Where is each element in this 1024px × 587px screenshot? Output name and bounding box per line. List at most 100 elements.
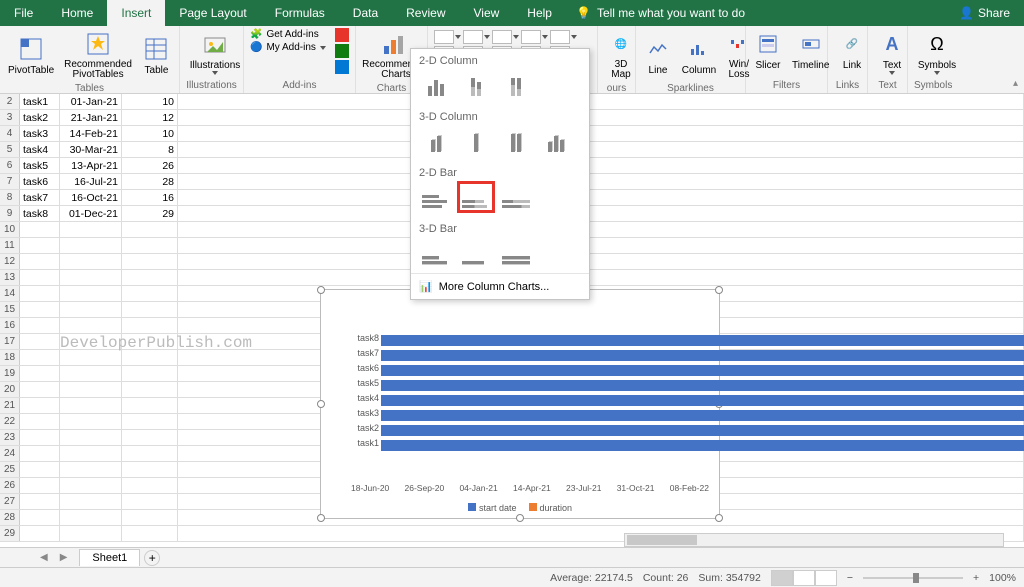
cell[interactable] — [60, 494, 122, 509]
slicer-button[interactable]: Slicer — [752, 28, 784, 73]
cell[interactable]: 8 — [122, 142, 178, 157]
cell[interactable]: 01-Jan-21 — [60, 94, 122, 109]
row-header[interactable]: 20 — [0, 382, 20, 397]
cell[interactable] — [60, 510, 122, 525]
cell[interactable]: 12 — [122, 110, 178, 125]
cell[interactable] — [60, 222, 122, 237]
cell[interactable] — [20, 366, 60, 381]
people-graph-icon[interactable] — [335, 44, 349, 58]
resize-handle[interactable] — [317, 514, 325, 522]
cell[interactable] — [122, 318, 178, 333]
sparkline-column-button[interactable]: Column — [680, 28, 718, 82]
cell[interactable]: task5 — [20, 158, 60, 173]
row-header[interactable]: 14 — [0, 286, 20, 301]
cell[interactable]: task2 — [20, 110, 60, 125]
timeline-button[interactable]: Timeline — [790, 28, 831, 73]
pie-chart-button[interactable] — [492, 30, 519, 44]
cell[interactable] — [20, 334, 60, 349]
pivottable-button[interactable]: PivotTable — [6, 28, 56, 82]
tab-help[interactable]: Help — [513, 0, 566, 26]
collapse-ribbon-button[interactable]: ▴ — [1013, 78, 1018, 89]
3d-column-thumb[interactable] — [539, 127, 573, 155]
tab-home[interactable]: Home — [47, 0, 107, 26]
add-sheet-button[interactable]: + — [144, 550, 160, 566]
visio-icon[interactable] — [335, 60, 349, 74]
row-header[interactable]: 8 — [0, 190, 20, 205]
cell[interactable] — [60, 526, 122, 541]
100-stacked-column-thumb[interactable] — [499, 71, 533, 99]
chart-bar-segment[interactable] — [381, 380, 1024, 391]
row-header[interactable]: 16 — [0, 318, 20, 333]
cell[interactable] — [60, 302, 122, 317]
scrollbar-thumb[interactable] — [627, 535, 697, 545]
cell[interactable] — [20, 302, 60, 317]
cell[interactable]: 16 — [122, 190, 178, 205]
cell[interactable] — [178, 190, 1024, 205]
cell[interactable] — [20, 286, 60, 301]
zoom-level[interactable]: 100% — [989, 572, 1016, 584]
cell[interactable] — [178, 270, 1024, 285]
cell[interactable]: 16-Oct-21 — [60, 190, 122, 205]
cell[interactable]: 01-Dec-21 — [60, 206, 122, 221]
tab-view[interactable]: View — [460, 0, 514, 26]
row-header[interactable]: 4 — [0, 126, 20, 141]
get-addins-button[interactable]: 🧩Get Add-ins — [250, 28, 331, 41]
row-header[interactable]: 2 — [0, 94, 20, 109]
cell[interactable] — [122, 238, 178, 253]
cell[interactable] — [60, 430, 122, 445]
chart-bar-segment[interactable] — [381, 395, 1024, 406]
share-button[interactable]: 👤 Share — [945, 0, 1024, 26]
row-header[interactable]: 26 — [0, 478, 20, 493]
row-header[interactable]: 19 — [0, 366, 20, 381]
cell[interactable] — [20, 510, 60, 525]
cell[interactable]: 14-Feb-21 — [60, 126, 122, 141]
3d-stacked-column-thumb[interactable] — [459, 127, 493, 155]
cell[interactable] — [20, 222, 60, 237]
cell[interactable]: task6 — [20, 174, 60, 189]
zoom-out-button[interactable]: − — [847, 572, 853, 584]
cell[interactable] — [122, 446, 178, 461]
row-header[interactable]: 22 — [0, 414, 20, 429]
row-header[interactable]: 6 — [0, 158, 20, 173]
cell[interactable] — [60, 398, 122, 413]
tab-file[interactable]: File — [0, 0, 47, 26]
cell[interactable]: 30-Mar-21 — [60, 142, 122, 157]
chart-plot-area[interactable]: task8task7task6task5task4task3task2task1 — [351, 330, 709, 478]
sheet-nav-prev[interactable]: ◀ — [40, 552, 48, 563]
illustrations-button[interactable]: Illustrations — [186, 28, 244, 77]
row-header[interactable]: 28 — [0, 510, 20, 525]
clustered-bar-thumb[interactable] — [419, 183, 453, 211]
normal-view-button[interactable] — [771, 570, 793, 586]
cell[interactable] — [122, 526, 178, 541]
chart-bar-segment[interactable] — [381, 410, 1024, 421]
resize-handle[interactable] — [317, 286, 325, 294]
cell[interactable] — [20, 478, 60, 493]
symbols-button[interactable]: ΩSymbols — [914, 28, 960, 77]
recommended-pivots-button[interactable]: Recommended PivotTables — [62, 28, 134, 82]
cell[interactable] — [122, 254, 178, 269]
cell[interactable] — [20, 270, 60, 285]
table-button[interactable]: Table — [140, 28, 173, 82]
cell[interactable] — [20, 318, 60, 333]
cell[interactable] — [178, 174, 1024, 189]
cell[interactable]: 26 — [122, 158, 178, 173]
stacked-column-thumb[interactable] — [459, 71, 493, 99]
cell[interactable] — [178, 206, 1024, 221]
resize-handle[interactable] — [715, 514, 723, 522]
row-header[interactable]: 24 — [0, 446, 20, 461]
cell[interactable]: 13-Apr-21 — [60, 158, 122, 173]
cell[interactable] — [20, 494, 60, 509]
tab-review[interactable]: Review — [392, 0, 459, 26]
row-header[interactable]: 23 — [0, 430, 20, 445]
resize-handle[interactable] — [516, 514, 524, 522]
cell[interactable]: task1 — [20, 94, 60, 109]
cell[interactable] — [20, 526, 60, 541]
text-button[interactable]: AText — [874, 28, 910, 77]
cell[interactable]: task3 — [20, 126, 60, 141]
cell[interactable] — [20, 414, 60, 429]
cell[interactable] — [122, 494, 178, 509]
cell[interactable] — [60, 462, 122, 477]
cell[interactable] — [122, 414, 178, 429]
cell[interactable] — [122, 382, 178, 397]
cell[interactable] — [20, 350, 60, 365]
